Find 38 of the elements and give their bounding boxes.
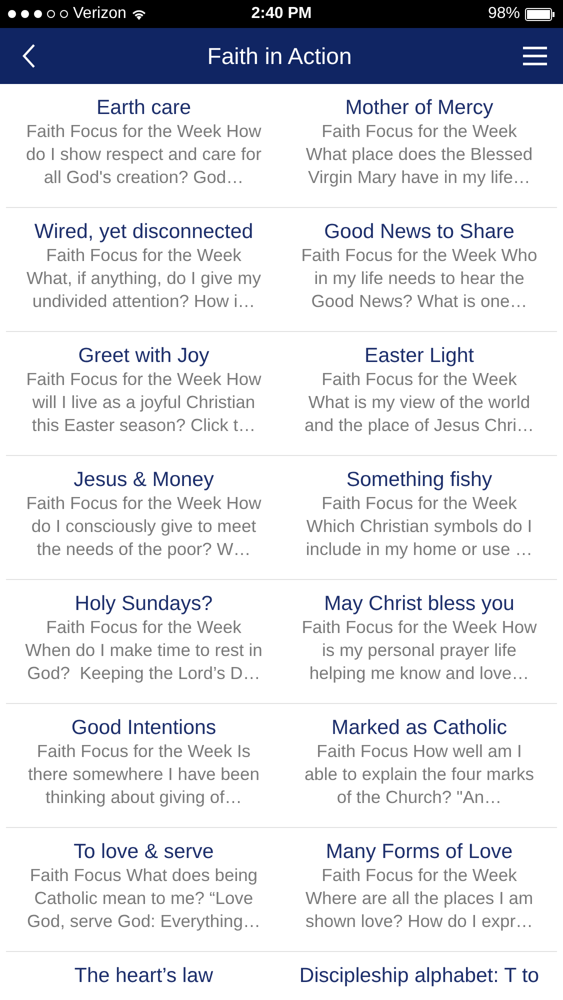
article-title[interactable]: Easter Light: [364, 344, 474, 368]
article-title[interactable]: Many Forms of Love: [326, 840, 513, 864]
page-title: Faith in Action: [207, 42, 352, 70]
article-summary: Faith Focus How well am I able to explain the four marks of the Church? "An…: [304, 740, 534, 809]
wifi-icon: [131, 8, 148, 20]
article-summary: Faith Focus for the Week What place does the Blessed Virgin Mary have in my life…: [306, 120, 533, 189]
article-title[interactable]: Wired, yet disconnected: [34, 220, 254, 244]
article-summary: Faith Focus for the Week When do I make time to rest in God? Keeping the Lord’s D…: [25, 616, 262, 685]
battery-percent: 98%: [488, 5, 520, 23]
article-summary: Faith Focus for the Week How do I show respect and care for all God's creation? God…: [26, 120, 262, 189]
menu-icon[interactable]: [523, 46, 547, 66]
article-summary: Faith Focus for the Week How is my personal prayer life helping me know and love…: [302, 616, 537, 685]
article-title[interactable]: Mother of Mercy: [345, 96, 494, 120]
status-time: 2:40 PM: [251, 5, 312, 23]
article-title[interactable]: Good News to Share: [324, 220, 514, 244]
article-title[interactable]: Jesus & Money: [74, 468, 214, 492]
article-title[interactable]: Greet with Joy: [78, 344, 210, 368]
article-summary: Faith Focus for the Week What is my view of the world and the place of Jesus Chri…: [304, 368, 534, 437]
carrier-name: Verizon: [73, 5, 126, 23]
article-summary: Faith Focus for the Week Which Christian symbols do I include in my home or use …: [306, 492, 533, 561]
article-summary: Faith Focus for the Week Who in my life needs to hear the Good News? What is one…: [301, 244, 538, 313]
article-summary: Faith Focus for the Week Where are all the places I am shown love? How do I expr…: [305, 864, 534, 933]
article-title[interactable]: May Christ bless you: [324, 592, 514, 616]
article-summary: Faith Focus What does being Catholic mean to me? “Love God, serve God: Everything…: [27, 864, 260, 933]
back-icon[interactable]: [22, 43, 36, 69]
article-title[interactable]: The heart’s law: [74, 964, 214, 988]
article-title[interactable]: Good Intentions: [71, 716, 216, 740]
article-title[interactable]: Discipleship alphabet: T to: [299, 964, 540, 988]
article-summary: Faith Focus for the Week What, if anything, do I give my undivided attention? How i…: [26, 244, 261, 313]
article-title[interactable]: Something fishy: [346, 468, 492, 492]
battery-icon: [525, 8, 555, 20]
article-title[interactable]: To love & serve: [74, 840, 214, 864]
article-summary: Faith Focus for the Week How do I consciously give to meet the needs of the poor? W…: [26, 492, 262, 561]
article-title[interactable]: Marked as Catholic: [332, 716, 507, 740]
article-title[interactable]: Earth care: [96, 96, 192, 120]
article-title[interactable]: Holy Sundays?: [74, 592, 213, 616]
article-summary: Faith Focus for the Week How will I live as a joyful Christian this Easter season? Click t…: [26, 368, 262, 437]
article-summary: Faith Focus for the Week Is there somewhere I have been thinking about giving of…: [28, 740, 260, 809]
